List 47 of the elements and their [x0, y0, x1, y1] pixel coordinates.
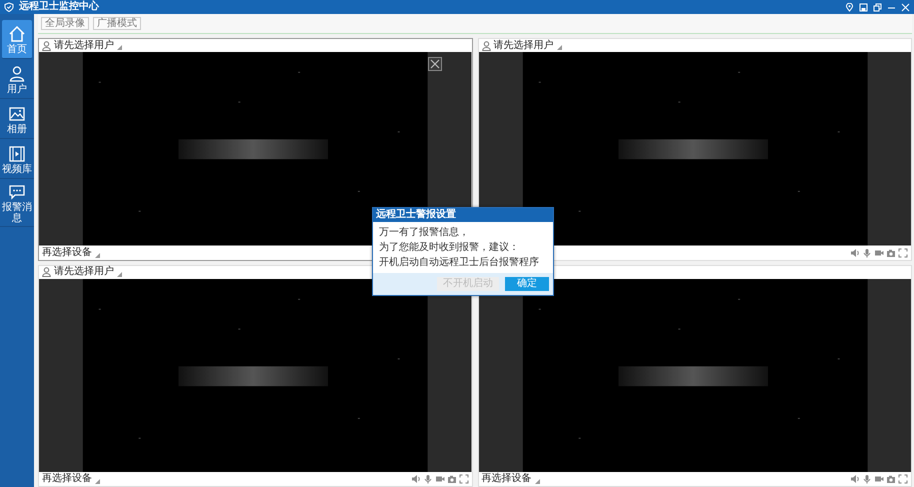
- fullscreen-icon[interactable]: [898, 474, 908, 484]
- user-icon: [482, 40, 490, 50]
- speaker-icon[interactable]: [850, 248, 860, 258]
- user-icon: [42, 267, 51, 277]
- user-icon: [7, 64, 27, 84]
- camera-icon[interactable]: [886, 248, 896, 258]
- sidebar-item[interactable]: 视频库: [0, 140, 34, 179]
- sidebar-item[interactable]: 用户: [0, 60, 34, 99]
- close-icon[interactable]: [428, 57, 442, 71]
- fullscreen-icon[interactable]: [898, 248, 908, 258]
- dialog-text: 万一有了报警信息，: [379, 226, 470, 240]
- speaker-icon[interactable]: [850, 474, 860, 484]
- sidebar-item[interactable]: 报警消息: [0, 180, 34, 227]
- resize-grip-icon[interactable]: [95, 479, 100, 484]
- user-selector[interactable]: 请先选择用户: [54, 40, 114, 52]
- video-camera-icon[interactable]: [874, 474, 884, 484]
- video-camera-icon[interactable]: [434, 474, 444, 484]
- save-icon[interactable]: [859, 2, 868, 12]
- resize-grip-icon[interactable]: [117, 272, 122, 276]
- speaker-icon[interactable]: [410, 474, 420, 484]
- device-selector[interactable]: 再选择设备: [42, 246, 92, 258]
- resize-grip-icon[interactable]: [95, 252, 100, 258]
- microphone-icon[interactable]: [862, 248, 872, 258]
- restore-icon[interactable]: [873, 2, 882, 12]
- film-icon: [7, 144, 27, 164]
- window-title: 远程卫士监控中心: [19, 1, 99, 13]
- home-icon: [7, 24, 27, 44]
- dialog-title: 远程卫士警报设置: [373, 208, 553, 222]
- resize-grip-icon[interactable]: [117, 45, 122, 50]
- toolbar-button[interactable]: 广播模式: [93, 17, 141, 30]
- toolbar-button[interactable]: 全局录像: [41, 17, 89, 30]
- fullscreen-icon[interactable]: [458, 474, 468, 484]
- user-icon: [42, 40, 51, 50]
- sidebar-item[interactable]: 相册: [0, 100, 34, 139]
- device-selector[interactable]: 再选择设备: [482, 473, 532, 485]
- resize-grip-icon[interactable]: [534, 479, 540, 484]
- user-selector[interactable]: 请先选择用户: [54, 266, 114, 278]
- shield-icon: [4, 2, 14, 12]
- microphone-icon[interactable]: [422, 474, 432, 484]
- video-camera-icon[interactable]: [874, 248, 884, 258]
- device-selector[interactable]: 再选择设备: [42, 473, 92, 485]
- microphone-icon[interactable]: [862, 474, 872, 484]
- user-selector[interactable]: 请先选择用户: [494, 40, 554, 52]
- resize-grip-icon[interactable]: [556, 45, 562, 50]
- camera-icon[interactable]: [886, 474, 896, 484]
- camera-icon[interactable]: [446, 474, 456, 484]
- location-pin-icon[interactable]: [845, 2, 854, 12]
